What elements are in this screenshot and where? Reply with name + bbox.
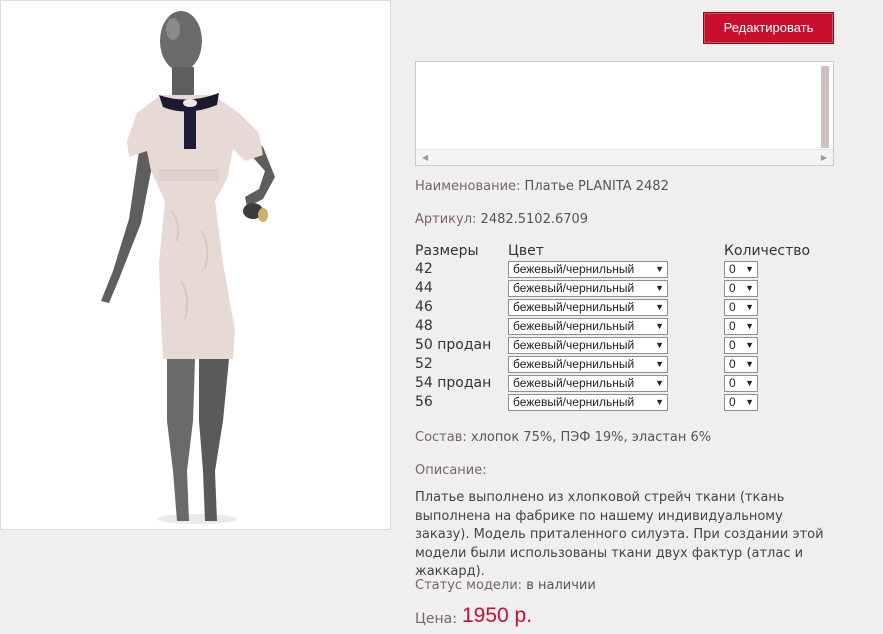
color-select-value: бежевый/чернильный: [513, 319, 635, 333]
size-value: 54 продан: [415, 375, 492, 391]
chevron-down-icon: ▼: [745, 321, 754, 331]
chevron-down-icon: ▼: [655, 340, 664, 350]
price-value: 1950 р.: [462, 604, 533, 627]
quantity-select-value: 0: [729, 281, 736, 295]
color-select-value: бежевый/чернильный: [513, 262, 635, 276]
color-select-value: бежевый/чернильный: [513, 281, 635, 295]
quantity-select[interactable]: 0 ▼: [724, 318, 758, 335]
notes-textarea[interactable]: ◀ ▶: [415, 61, 834, 166]
chevron-down-icon: ▼: [745, 283, 754, 293]
color-select-value: бежевый/чернильный: [513, 395, 635, 409]
chevron-down-icon: ▼: [745, 302, 754, 312]
size-value: 50 продан: [415, 337, 492, 353]
quantity-select[interactable]: 0 ▼: [724, 375, 758, 392]
size-value: 56: [415, 394, 433, 410]
edit-button[interactable]: Редактировать: [703, 12, 834, 44]
size-value: 42: [415, 261, 433, 277]
status-value: в наличии: [526, 578, 596, 593]
color-select[interactable]: бежевый/чернильный ▼: [508, 261, 668, 278]
quantity-select[interactable]: 0 ▼: [724, 280, 758, 297]
size-value: 48: [415, 318, 433, 334]
product-name-label: Наименование:: [415, 179, 521, 194]
chevron-down-icon: ▼: [655, 321, 664, 331]
color-select[interactable]: бежевый/чернильный ▼: [508, 280, 668, 297]
chevron-down-icon: ▼: [745, 359, 754, 369]
quantity-select-value: 0: [729, 319, 736, 333]
quantity-select[interactable]: 0 ▼: [724, 337, 758, 354]
article-value: 2482.5102.6709: [480, 212, 589, 227]
chevron-down-icon: ▼: [745, 340, 754, 350]
composition-label: Состав:: [415, 430, 467, 445]
quantity-select[interactable]: 0 ▼: [724, 299, 758, 316]
size-row: 46 бежевый/чернильный ▼ 0 ▼: [415, 298, 835, 317]
color-select-value: бежевый/чернильный: [513, 338, 635, 352]
chevron-down-icon: ▼: [745, 378, 754, 388]
chevron-down-icon: ▼: [655, 378, 664, 388]
product-article: Артикул: 2482.5102.6709: [415, 212, 588, 227]
chevron-down-icon: ▼: [655, 283, 664, 293]
chevron-down-icon: ▼: [655, 264, 664, 274]
quantity-select-value: 0: [729, 338, 736, 352]
color-select-value: бежевый/чернильный: [513, 376, 635, 390]
size-row: 54 продан бежевый/чернильный ▼ 0 ▼: [415, 374, 835, 393]
color-select[interactable]: бежевый/чернильный ▼: [508, 356, 668, 373]
status-label: Статус модели:: [415, 578, 523, 593]
quantity-select-value: 0: [729, 300, 736, 314]
quantity-select[interactable]: 0 ▼: [724, 394, 758, 411]
horizontal-scrollbar[interactable]: ◀ ▶: [416, 149, 833, 165]
chevron-down-icon: ▼: [655, 302, 664, 312]
header-quantity: Количество: [724, 243, 811, 259]
scroll-left-icon[interactable]: ◀: [422, 153, 428, 162]
color-select[interactable]: бежевый/чернильный ▼: [508, 318, 668, 335]
quantity-select-value: 0: [729, 262, 736, 276]
size-value: 44: [415, 280, 433, 296]
size-row: 42 бежевый/чернильный ▼ 0 ▼: [415, 260, 835, 279]
quantity-select-value: 0: [729, 376, 736, 390]
product-name: Наименование: Платье PLANITA 2482: [415, 179, 669, 194]
header-color: Цвет: [508, 243, 544, 259]
composition-value: хлопок 75%, ПЭФ 19%, эластан 6%: [470, 430, 712, 445]
color-select[interactable]: бежевый/чернильный ▼: [508, 394, 668, 411]
color-select-value: бежевый/чернильный: [513, 300, 635, 314]
size-row: 44 бежевый/чернильный ▼ 0 ▼: [415, 279, 835, 298]
description-label: Описание:: [415, 463, 487, 478]
product-name-value: Платье PLANITA 2482: [524, 179, 669, 194]
color-select[interactable]: бежевый/чернильный ▼: [508, 299, 668, 316]
quantity-select-value: 0: [729, 395, 736, 409]
size-row: 50 продан бежевый/чернильный ▼ 0 ▼: [415, 336, 835, 355]
quantity-select[interactable]: 0 ▼: [724, 261, 758, 278]
header-sizes: Размеры: [415, 243, 479, 259]
color-select[interactable]: бежевый/чернильный ▼: [508, 337, 668, 354]
chevron-down-icon: ▼: [655, 359, 664, 369]
quantity-select-value: 0: [729, 357, 736, 371]
size-value: 46: [415, 299, 433, 315]
color-select-value: бежевый/чернильный: [513, 357, 635, 371]
chevron-down-icon: ▼: [745, 264, 754, 274]
size-row: 48 бежевый/чернильный ▼ 0 ▼: [415, 317, 835, 336]
chevron-down-icon: ▼: [745, 397, 754, 407]
product-photo: [0, 0, 391, 530]
composition: Состав: хлопок 75%, ПЭФ 19%, эластан 6%: [415, 430, 711, 445]
color-select[interactable]: бежевый/чернильный ▼: [508, 375, 668, 392]
size-value: 52: [415, 356, 433, 372]
size-row: 56 бежевый/чернильный ▼ 0 ▼: [415, 393, 835, 412]
chevron-down-icon: ▼: [655, 397, 664, 407]
quantity-select[interactable]: 0 ▼: [724, 356, 758, 373]
article-label: Артикул:: [415, 212, 477, 227]
model-status: Статус модели: в наличии: [415, 578, 596, 593]
scroll-right-icon[interactable]: ▶: [821, 153, 827, 162]
mannequin-dress-image: [1, 1, 390, 529]
description-text: Платье выполнено из хлопковой стрейч тка…: [415, 490, 824, 579]
price-label: Цена:: [415, 611, 457, 627]
vertical-scrollbar[interactable]: [821, 66, 829, 148]
size-row: 52 бежевый/чернильный ▼ 0 ▼: [415, 355, 835, 374]
